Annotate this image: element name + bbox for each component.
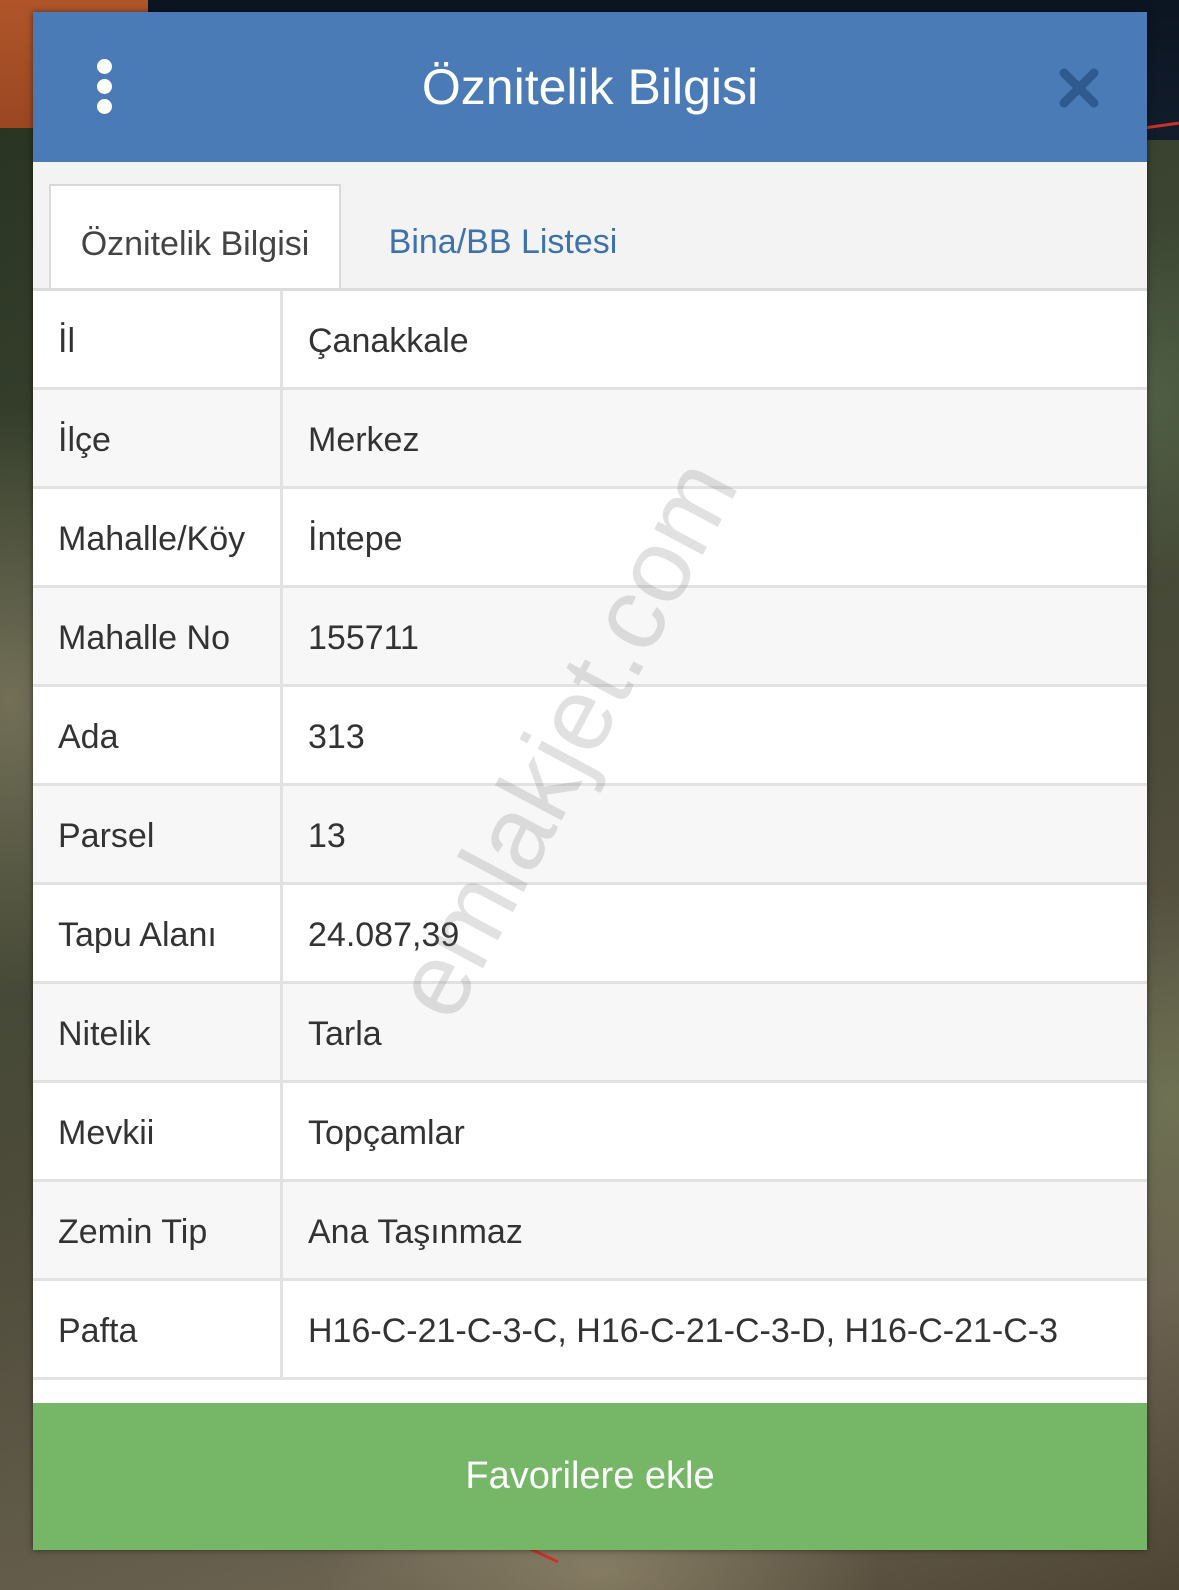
row-key: Mevkii xyxy=(33,1083,283,1179)
row-key: Pafta xyxy=(33,1281,283,1377)
row-key: Zemin Tip xyxy=(33,1182,283,1278)
table-row: Mevkii Topçamlar xyxy=(33,1083,1147,1182)
row-value: 24.087,39 xyxy=(308,916,460,954)
tab-attribute-info[interactable]: Öznitelik Bilgisi xyxy=(49,184,341,288)
row-key: İl xyxy=(33,291,283,387)
row-key: Tapu Alanı xyxy=(33,885,283,981)
row-key: Mahalle No xyxy=(33,588,283,684)
row-value: Tarla xyxy=(308,1015,382,1053)
attribute-table: İl Çanakkale İlçe Merkez Mahalle/Köy İnt… xyxy=(33,289,1147,1380)
row-value: 155711 xyxy=(308,619,419,657)
attribute-info-modal: Öznitelik Bilgisi Öznitelik Bilgisi Bina… xyxy=(33,12,1147,1550)
modal-header: Öznitelik Bilgisi xyxy=(33,12,1147,162)
row-value: Merkez xyxy=(308,421,420,459)
table-row: Mahalle/Köy İntepe xyxy=(33,489,1147,588)
table-row: İlçe Merkez xyxy=(33,390,1147,489)
table-row: Ada 313 xyxy=(33,687,1147,786)
tab-bar: Öznitelik Bilgisi Bina/BB Listesi xyxy=(33,162,1147,289)
tab-building-list[interactable]: Bina/BB Listesi xyxy=(343,184,663,288)
row-key: Ada xyxy=(33,687,283,783)
modal-title: Öznitelik Bilgisi xyxy=(421,59,759,115)
row-key: İlçe xyxy=(33,390,283,486)
row-key: Parsel xyxy=(33,786,283,882)
row-value: Topçamlar xyxy=(308,1114,465,1152)
row-key: Nitelik xyxy=(33,984,283,1080)
row-value: İntepe xyxy=(308,520,403,558)
row-value: Çanakkale xyxy=(308,322,469,360)
table-row: Nitelik Tarla xyxy=(33,984,1147,1083)
row-value: H16-C-21-C-3-C, H16-C-21-C-3-D, H16-C-21… xyxy=(308,1312,1059,1350)
table-row: Parsel 13 xyxy=(33,786,1147,885)
table-row: İl Çanakkale xyxy=(33,291,1147,390)
close-icon[interactable] xyxy=(1058,67,1100,109)
table-row: Zemin Tip Ana Taşınmaz xyxy=(33,1182,1147,1281)
add-to-favorites-button[interactable]: Favorilere ekle xyxy=(33,1403,1147,1550)
row-value: 313 xyxy=(308,718,365,756)
row-key: Mahalle/Köy xyxy=(33,489,283,585)
row-value: 13 xyxy=(308,817,346,855)
row-value: Ana Taşınmaz xyxy=(308,1213,523,1251)
table-row: Mahalle No 155711 xyxy=(33,588,1147,687)
table-row: Tapu Alanı 24.087,39 xyxy=(33,885,1147,984)
table-row: Pafta H16-C-21-C-3-C, H16-C-21-C-3-D, H1… xyxy=(33,1281,1147,1380)
